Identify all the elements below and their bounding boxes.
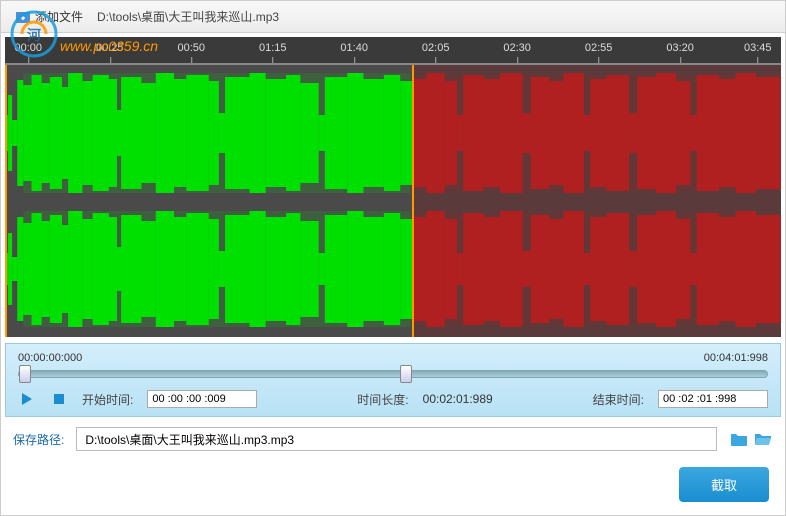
- extract-button[interactable]: 截取: [679, 467, 769, 502]
- save-path-row: 保存路径:: [1, 417, 785, 461]
- playhead-cursor[interactable]: [412, 65, 414, 337]
- waveform-channel-right: [5, 201, 781, 337]
- action-row: 截取: [1, 461, 785, 514]
- tick: 00:25: [96, 42, 124, 54]
- duration-value: 00:02:01:989: [423, 392, 493, 406]
- tick: 02:05: [422, 42, 450, 54]
- selection-start-marker[interactable]: [5, 65, 7, 337]
- end-time-input[interactable]: [658, 390, 768, 408]
- tick: 01:15: [259, 42, 287, 54]
- duration-label: 时间长度:: [357, 391, 408, 408]
- timeline-ruler[interactable]: 00:00 00:25 00:50 01:15 01:40 02:05 02:3…: [5, 37, 781, 65]
- tick: 01:40: [340, 42, 368, 54]
- range-handle-start[interactable]: [19, 365, 31, 383]
- add-file-button[interactable]: 添加文件: [9, 6, 89, 27]
- waveform-channel-left: [5, 65, 781, 201]
- stop-button[interactable]: [50, 390, 68, 408]
- start-time-input[interactable]: [147, 390, 257, 408]
- play-button[interactable]: [18, 390, 36, 408]
- browse-folder-button[interactable]: [729, 429, 749, 449]
- tick: 00:50: [177, 42, 205, 54]
- add-file-label: 添加文件: [35, 8, 83, 25]
- total-time-end: 00:04:01:998: [704, 352, 768, 364]
- range-handle-end[interactable]: [400, 365, 412, 383]
- tick: 02:55: [585, 42, 613, 54]
- end-time-label: 结束时间:: [593, 391, 644, 408]
- waveform-display[interactable]: [5, 65, 781, 337]
- save-path-input[interactable]: [76, 427, 717, 451]
- tick: 00:00: [15, 42, 43, 54]
- tick: 03:45: [744, 42, 772, 54]
- tick: 02:30: [503, 42, 531, 54]
- top-toolbar: 添加文件 D:\tools\桌面\大王叫我来巡山.mp3: [1, 1, 785, 33]
- tick: 03:20: [666, 42, 694, 54]
- total-time-start: 00:00:00:000: [18, 352, 82, 364]
- playback-control-panel: 00:00:00:000 00:04:01:998 开始时间: 时间长度: 00…: [5, 343, 781, 417]
- save-path-label: 保存路径:: [13, 431, 64, 448]
- start-time-label: 开始时间:: [82, 391, 133, 408]
- open-folder-button[interactable]: [753, 429, 773, 449]
- range-slider[interactable]: [18, 370, 768, 378]
- current-file-path: D:\tools\桌面\大王叫我来巡山.mp3: [97, 8, 279, 25]
